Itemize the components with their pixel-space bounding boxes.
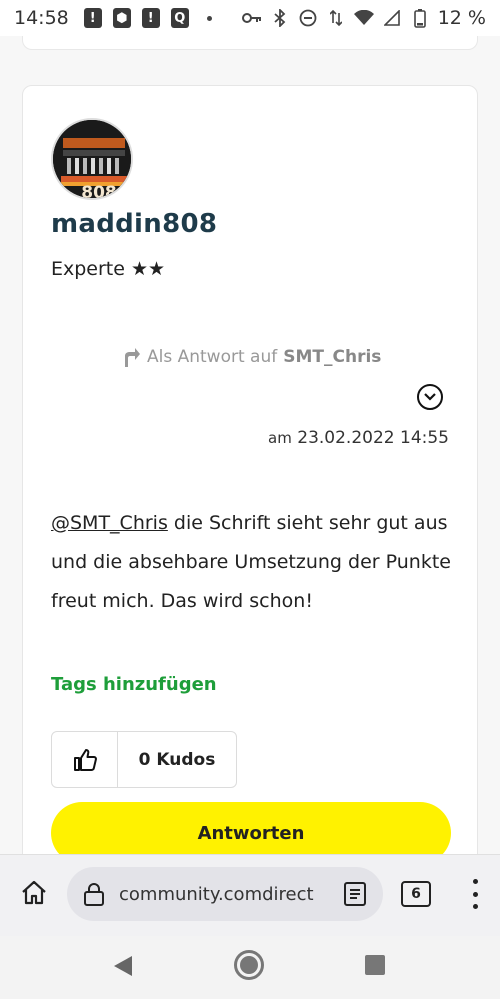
- avatar[interactable]: 808: [51, 118, 133, 200]
- menu-dot-icon: [472, 904, 478, 909]
- url-bar[interactable]: community.comdirect: [67, 867, 383, 921]
- browser-home-button[interactable]: [18, 877, 50, 909]
- post-date-value: 23.02.2022 14:55: [297, 428, 449, 448]
- add-tags-link[interactable]: Tags hinzufügen: [51, 674, 217, 695]
- battery-percentage: 12 %: [437, 7, 486, 29]
- author-rank: Experte ★★: [51, 258, 166, 280]
- reply-to-user-link[interactable]: SMT_Chris: [283, 347, 381, 367]
- alert-notification-icon: !: [83, 8, 103, 28]
- recent-apps-icon[interactable]: [365, 955, 385, 975]
- reply-arrow-icon: [125, 348, 140, 367]
- cell-signal-icon: [382, 8, 402, 28]
- post-body: @SMT_Chris die Schrift sieht sehr gut au…: [51, 504, 451, 621]
- kudos-box: 0 Kudos: [51, 731, 237, 788]
- status-time: 14:58: [14, 7, 69, 29]
- kudos-count[interactable]: 0 Kudos: [118, 732, 236, 787]
- home-icon: [22, 880, 46, 905]
- browser-menu-button[interactable]: [470, 879, 480, 909]
- reply-button[interactable]: Antworten: [51, 802, 451, 854]
- vpn-key-icon: [241, 8, 262, 28]
- home-circle-icon[interactable]: [234, 950, 264, 980]
- menu-dot-icon: [472, 879, 478, 884]
- chevron-down-icon: [424, 393, 436, 401]
- wifi-icon: [353, 8, 374, 28]
- do-not-disturb-icon: [298, 8, 318, 28]
- system-nav-bar: [0, 936, 500, 999]
- post-options-button[interactable]: [417, 384, 443, 410]
- q-app-notification-icon: Q: [170, 8, 190, 28]
- post-date-prefix: am: [268, 429, 292, 447]
- thumbs-up-icon: [73, 748, 97, 771]
- mention-link[interactable]: @SMT_Chris: [51, 512, 168, 534]
- tab-switcher-button[interactable]: 6: [401, 881, 431, 907]
- page-content: 808 maddin808 Experte ★★ Als Antwort auf…: [0, 36, 500, 854]
- post-author-name[interactable]: maddin808: [51, 209, 217, 239]
- browser-toolbar: community.comdirect 6: [0, 854, 500, 936]
- bluetooth-icon: [270, 8, 290, 28]
- status-bar: 14:58 ! ⬢ ! Q 12 %: [0, 0, 500, 36]
- shield-notification-icon: ⬢: [112, 8, 132, 28]
- data-transfer-icon: [326, 8, 346, 28]
- more-notifications-dot-icon: [206, 15, 212, 21]
- alert-notification-icon-2: !: [141, 8, 161, 28]
- avatar-text: 808: [81, 183, 117, 200]
- post-card: 808 maddin808 Experte ★★ Als Antwort auf…: [22, 85, 478, 854]
- reader-mode-icon[interactable]: [343, 881, 367, 907]
- reply-to-prefix: Als Antwort auf: [147, 347, 278, 367]
- lock-icon: [84, 883, 104, 906]
- reply-to-line: Als Antwort auf SMT_Chris: [121, 346, 381, 368]
- battery-icon: [410, 8, 430, 28]
- menu-dot-icon: [472, 891, 478, 897]
- give-kudos-button[interactable]: [52, 732, 118, 787]
- url-text[interactable]: community.comdirect: [119, 884, 329, 905]
- previous-post-card: [22, 36, 478, 50]
- post-date: am 23.02.2022 14:55: [268, 428, 449, 448]
- back-icon[interactable]: [114, 956, 132, 976]
